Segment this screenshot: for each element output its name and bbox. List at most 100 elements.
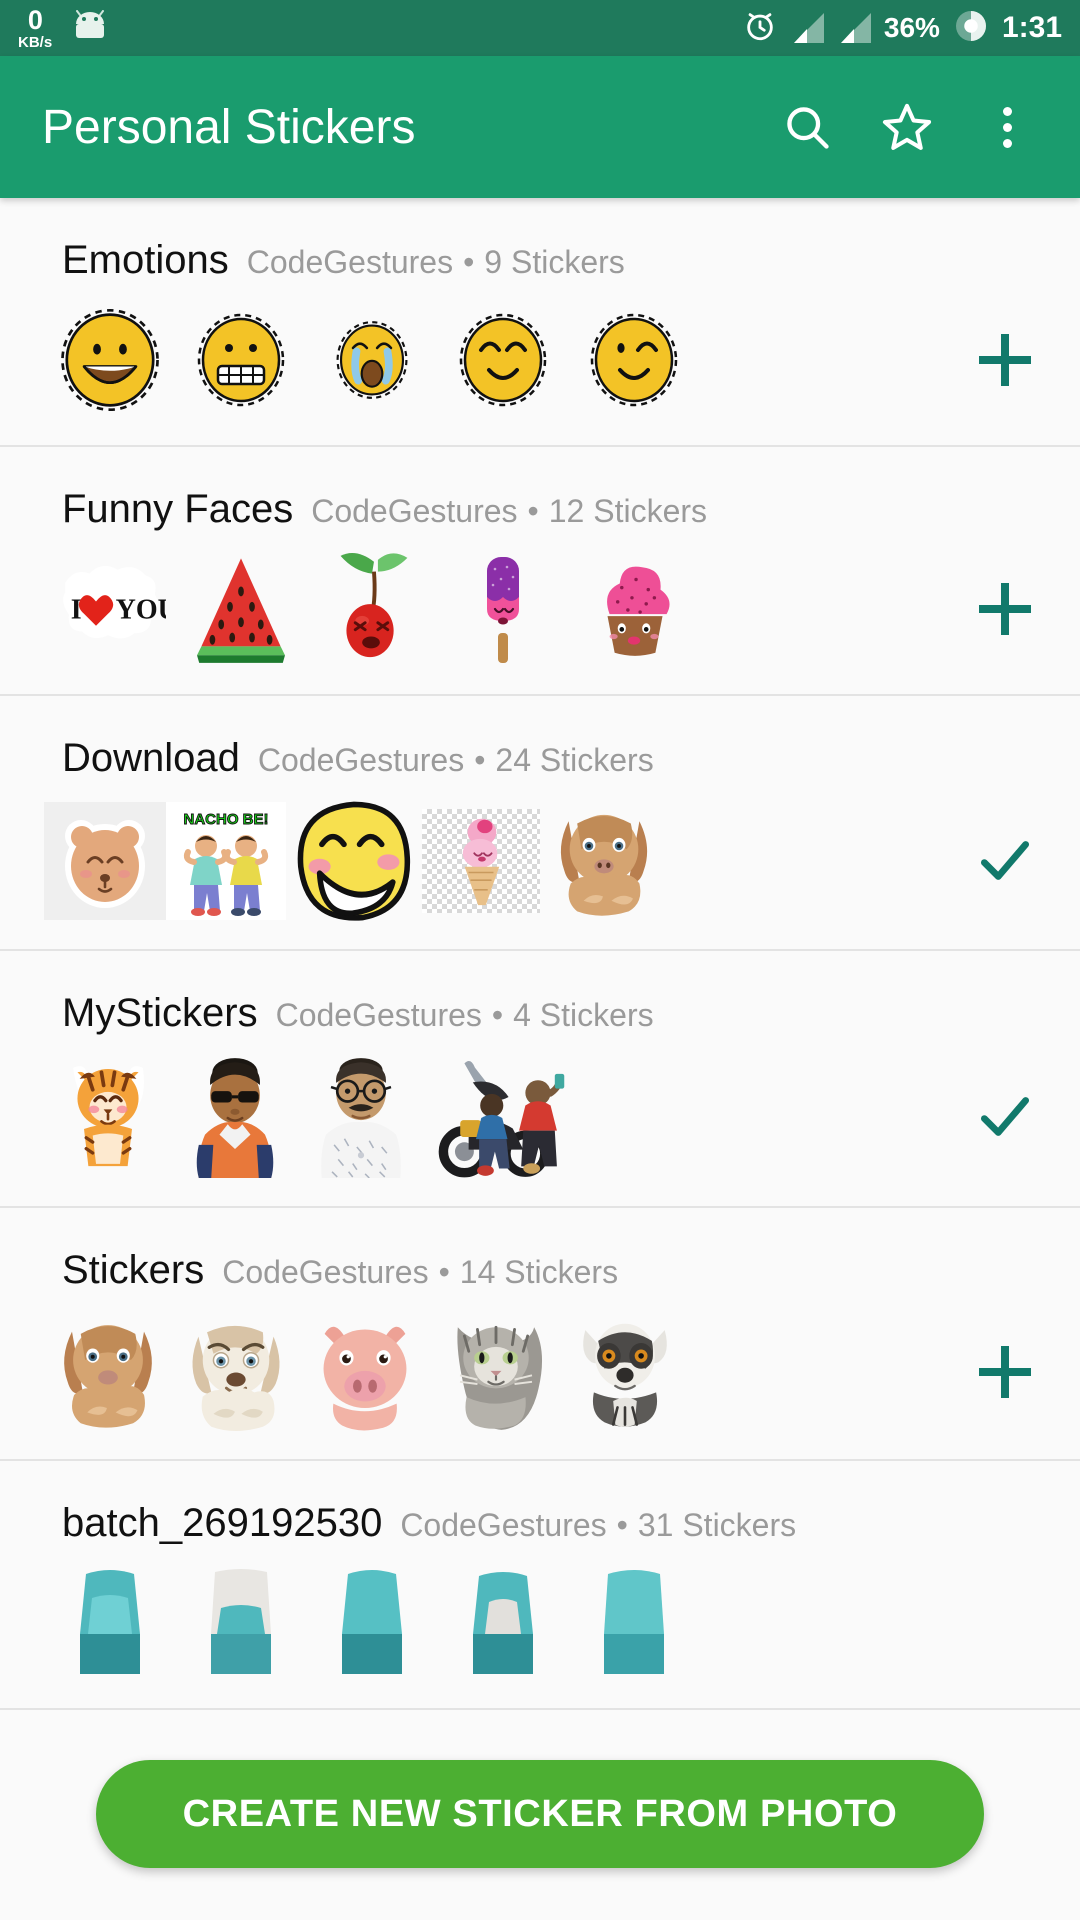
pack-title: batch_269192530 (62, 1501, 383, 1545)
pack-count: 12 Stickers (548, 493, 708, 529)
pack-publisher: CodeGestures (400, 1507, 607, 1543)
tiger-cub-sticker[interactable] (44, 1055, 172, 1179)
android-robot-icon (70, 10, 110, 46)
sticker-pack-row[interactable]: Emotions CodeGestures • 9 Stickers (0, 198, 1080, 447)
teal-figure-sticker[interactable] (175, 1564, 306, 1682)
more-vertical-icon[interactable] (978, 98, 1036, 156)
pack-preview-strip (0, 1036, 1080, 1206)
battery-circle-icon (953, 8, 989, 49)
sticker-thumbnails: I YOU (44, 550, 699, 668)
pack-action-slot (930, 830, 1080, 892)
create-new-sticker-from-photo-button[interactable]: CREATE NEW STICKER FROM PHOTO (96, 1760, 984, 1868)
teddy-bear-face-sticker[interactable] (44, 802, 166, 920)
status-bar: 0 KB/s 36% 1:31 (0, 0, 1080, 56)
sticker-thumbnails (44, 301, 699, 419)
svg-text:NACHO BE!: NACHO BE! (184, 811, 269, 828)
pack-publisher: CodeGestures (275, 997, 482, 1033)
pig-sticker[interactable] (300, 1311, 430, 1433)
signal-bars-icon (790, 13, 824, 43)
grimacing-face-sticker[interactable] (175, 301, 306, 419)
network-speed-unit: KB/s (18, 33, 53, 51)
app-bar: Personal Stickers (0, 56, 1080, 198)
pack-separator: • (438, 1254, 450, 1290)
pack-publisher: CodeGestures (222, 1254, 429, 1290)
plus-icon[interactable] (979, 334, 1031, 386)
pack-count: 14 Stickers (459, 1254, 619, 1290)
pack-action-slot (930, 583, 1080, 635)
teal-figure-sticker[interactable] (44, 1564, 175, 1682)
popsicle-sticker[interactable] (437, 550, 568, 668)
i-love-you-sticker[interactable]: I YOU (44, 550, 175, 668)
pack-action-slot (930, 1086, 1080, 1148)
ice-cream-cone-sticker[interactable] (422, 809, 540, 913)
sticker-pack-row[interactable]: batch_269192530 CodeGestures • 31 Sticke… (0, 1461, 1080, 1710)
pack-header: Funny Faces CodeGestures • 12 Stickers (0, 447, 1080, 532)
pack-separator: • (463, 244, 475, 280)
teal-figure-sticker[interactable] (437, 1564, 568, 1682)
pack-separator: • (527, 493, 539, 529)
network-speed-indicator: 0 KB/s (18, 6, 53, 51)
plus-icon[interactable] (979, 1346, 1031, 1398)
pack-preview-strip: I YOU (0, 532, 1080, 694)
cupcake-sticker[interactable] (568, 550, 699, 668)
pack-title: MyStickers (62, 991, 258, 1035)
lemur-sticker[interactable] (562, 1311, 688, 1433)
pack-preview-strip (0, 283, 1080, 445)
plus-icon[interactable] (979, 583, 1031, 635)
check-icon[interactable] (974, 830, 1036, 892)
laughing-face-sticker[interactable] (286, 799, 422, 923)
sticker-pack-list[interactable]: Emotions CodeGestures • 9 Stickers Funny… (0, 198, 1080, 1920)
brown-dog-sticker[interactable] (44, 1311, 172, 1433)
pack-preview-strip (0, 1293, 1080, 1459)
signal-bars-icon (837, 13, 871, 43)
puppy-dog-sticker[interactable] (540, 801, 668, 921)
teal-figure-sticker[interactable] (568, 1564, 699, 1682)
sticker-thumbnails (44, 1311, 688, 1433)
star-icon[interactable] (878, 98, 936, 156)
man-sunglasses-photo-sticker[interactable] (172, 1055, 298, 1179)
teal-figure-sticker[interactable] (306, 1564, 437, 1682)
pack-header: Emotions CodeGestures • 9 Stickers (0, 198, 1080, 283)
pack-header: MyStickers CodeGestures • 4 Stickers (0, 951, 1080, 1036)
pack-count: 9 Stickers (484, 244, 625, 280)
pack-preview-strip: NACHO BE! (0, 781, 1080, 949)
pack-action-slot (930, 334, 1080, 386)
smiling-face-sticker[interactable] (437, 301, 568, 419)
app-bar-actions (778, 98, 1050, 156)
pack-publisher: CodeGestures (246, 244, 454, 280)
pack-header: Download CodeGestures • 24 Stickers (0, 696, 1080, 781)
search-icon[interactable] (778, 98, 836, 156)
man-glasses-photo-sticker[interactable] (298, 1055, 424, 1179)
pack-publisher: CodeGestures (257, 742, 465, 778)
pack-title: Funny Faces (62, 487, 294, 531)
nacho-be-sticker[interactable]: NACHO BE! (166, 802, 286, 920)
pack-action-slot (930, 1346, 1080, 1398)
cherry-face-sticker[interactable] (306, 550, 437, 668)
grinning-face-sticker[interactable] (44, 301, 175, 419)
motorcycle-group-photo-sticker[interactable] (424, 1054, 570, 1180)
status-bar-right-group: 36% 1:31 (743, 8, 1062, 49)
pack-header: Stickers CodeGestures • 14 Stickers (0, 1208, 1080, 1293)
sticker-pack-row[interactable]: Download CodeGestures • 24 Stickers NACH… (0, 696, 1080, 951)
page-title: Personal Stickers (42, 100, 416, 154)
white-dog-sticker[interactable] (172, 1311, 300, 1433)
sticker-thumbnails: NACHO BE! (44, 799, 668, 923)
crying-face-sticker[interactable] (306, 301, 437, 419)
pack-header: batch_269192530 CodeGestures • 31 Sticke… (0, 1461, 1080, 1546)
pack-title: Emotions (62, 238, 229, 282)
sticker-pack-row[interactable]: Funny Faces CodeGestures • 12 Stickers I… (0, 447, 1080, 696)
pack-count: 31 Stickers (637, 1507, 797, 1543)
sticker-pack-row[interactable]: Stickers CodeGestures • 14 Stickers (0, 1208, 1080, 1461)
winking-face-sticker[interactable] (568, 301, 699, 419)
check-icon[interactable] (974, 1086, 1036, 1148)
create-sticker-cta-container: CREATE NEW STICKER FROM PHOTO (0, 1760, 1080, 1868)
watermelon-slice-sticker[interactable] (175, 550, 306, 668)
pack-title: Stickers (62, 1248, 205, 1292)
sticker-pack-row[interactable]: MyStickers CodeGestures • 4 Stickers (0, 951, 1080, 1208)
battery-percent-label: 36% (883, 12, 940, 43)
svg-text:I: I (70, 594, 81, 625)
pack-separator: • (474, 742, 486, 778)
pack-separator: • (491, 997, 504, 1033)
svg-text:YOU: YOU (115, 594, 165, 625)
grey-cat-sticker[interactable] (430, 1311, 562, 1433)
